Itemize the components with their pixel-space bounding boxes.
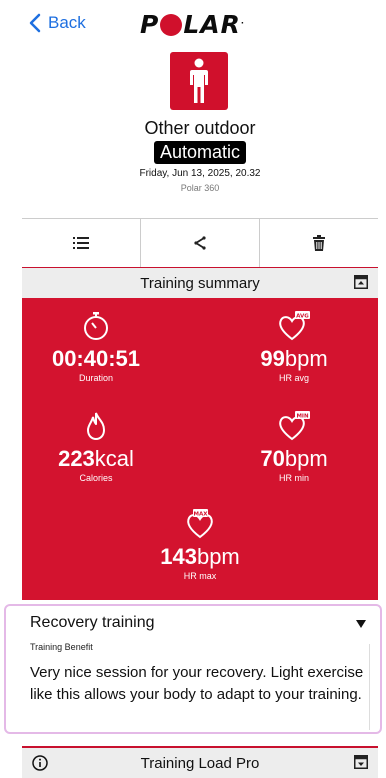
device-name: Polar 360 — [180, 183, 220, 193]
recovery-training-card[interactable]: Recovery training Training Benefit Very … — [4, 604, 382, 734]
scroll-track — [369, 644, 370, 730]
heart-avg-icon: AVG — [279, 311, 310, 341]
metric-hr-min: MIN 70bpm HR min — [224, 410, 364, 483]
person-standing-icon — [190, 58, 208, 103]
svg-text:MIN: MIN — [296, 413, 309, 419]
svg-text:MAX: MAX — [194, 511, 209, 517]
share-button[interactable] — [141, 219, 260, 267]
recovery-title: Recovery training — [30, 614, 155, 631]
polar-logo: P LAR. — [140, 10, 245, 39]
sport-icon — [170, 52, 228, 110]
list-button[interactable] — [22, 219, 141, 267]
svg-text:AVG: AVG — [296, 313, 309, 319]
training-summary-header[interactable]: Training summary — [22, 268, 378, 298]
training-load-header[interactable]: Training Load Pro — [22, 746, 378, 778]
section-title: Training Load Pro — [140, 754, 260, 772]
share-icon — [194, 236, 206, 250]
top-bar: Back P LAR. — [0, 0, 386, 50]
flame-icon — [86, 412, 106, 441]
dropdown-arrow-icon[interactable] — [356, 620, 366, 628]
automatic-badge: Automatic — [153, 141, 247, 164]
metric-calories: 223kcal Calories — [26, 410, 166, 483]
section-title: Training summary — [140, 274, 260, 292]
chevron-left-icon — [29, 13, 41, 33]
logo-dot — [160, 14, 183, 36]
heart-min-icon: MIN — [279, 411, 310, 441]
metric-hr-max: MAX 143bpm HR max — [130, 508, 270, 581]
expand-icon[interactable] — [354, 755, 368, 769]
info-icon[interactable] — [32, 755, 48, 771]
metric-hr-avg: AVG 99bpm HR avg — [224, 310, 364, 383]
session-date: Friday, Jun 13, 2025, 20.32 — [139, 168, 261, 179]
trash-icon — [313, 235, 325, 251]
list-icon — [73, 237, 89, 249]
delete-button[interactable] — [260, 219, 378, 267]
back-button[interactable]: Back — [28, 13, 86, 33]
training-benefit-label: Training Benefit — [30, 642, 93, 652]
recovery-description: Very nice session for your recovery. Lig… — [30, 664, 364, 703]
back-label: Back — [48, 13, 86, 32]
metric-duration: 00:40:51 Duration — [26, 310, 166, 383]
stopwatch-icon — [84, 312, 108, 340]
sport-name: Other outdoor — [144, 118, 256, 138]
collapse-icon[interactable] — [354, 275, 368, 289]
training-summary-panel: 00:40:51 Duration AVG 99bpm HR avg 223kc… — [22, 298, 378, 600]
action-bar — [22, 218, 378, 269]
heart-max-icon: MAX — [187, 509, 213, 539]
